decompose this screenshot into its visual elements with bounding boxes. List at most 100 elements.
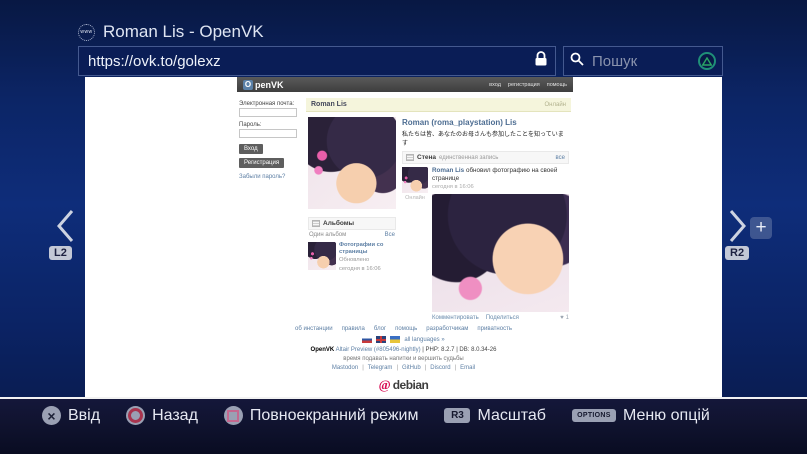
social-email-link[interactable]: Email	[460, 365, 475, 371]
wall-subtitle: единственная запись	[439, 154, 499, 161]
wall-all-link[interactable]: все	[556, 155, 565, 161]
hint-options-label: Меню опцій	[622, 406, 710, 424]
post-like-button[interactable]: ♥ 1	[560, 315, 569, 321]
hint-zoom-label: Масштаб	[477, 406, 546, 424]
footer-link-blog[interactable]: блог	[374, 326, 386, 332]
login-sidebar: Электронная почта: Пароль: Вход Регистра…	[239, 98, 301, 325]
address-bar[interactable]	[78, 46, 556, 76]
password-label: Пароль:	[239, 122, 262, 128]
profile-online-status: Онлайн	[544, 101, 566, 108]
albums-title: Альбомы	[323, 220, 355, 227]
wall-title: Стена	[417, 154, 437, 161]
footer-link-privacy[interactable]: приватность	[477, 326, 512, 332]
album-list-item[interactable]: Фотографии со страницы Обновлено сегодня…	[308, 242, 396, 273]
browser-title: www Roman Lis - OpenVK	[78, 22, 264, 42]
forgot-password-link[interactable]: Забыли пароль?	[239, 174, 301, 180]
password-field[interactable]	[239, 129, 297, 138]
link-help[interactable]: помощь	[547, 82, 567, 88]
version-build-link[interactable]: Altair Preview (#805496-nightly)	[336, 347, 421, 353]
openvk-logo[interactable]: OpenVK	[243, 79, 284, 90]
footer-social-links: Mastodon | Telegram | GitHub | Discord | Ema…	[331, 365, 476, 371]
email-field[interactable]	[239, 108, 297, 117]
back-chevron-icon[interactable]	[54, 208, 76, 249]
albums-header: Альбомы	[308, 217, 396, 230]
footer-link-instance[interactable]: об инстанции	[295, 326, 333, 332]
email-label: Электронная почта:	[239, 101, 295, 107]
profile-main: Roman Lis Онлайн Альбомы Один альбом Все…	[306, 98, 571, 325]
r3-button-icon: R3	[444, 408, 471, 423]
new-tab-plus-icon[interactable]: +	[750, 217, 772, 239]
hint-fullscreen: Повноекранний режим	[223, 406, 419, 425]
link-login[interactable]: вход	[489, 82, 501, 88]
register-button[interactable]: Регистрация	[239, 158, 285, 168]
login-button[interactable]: Вход	[239, 144, 263, 154]
r2-badge: R2	[725, 246, 750, 260]
post-author-status: Онлайн	[405, 195, 425, 201]
post-like-count: 1	[565, 315, 569, 322]
lock-icon	[534, 50, 548, 72]
openvk-site: OpenVK вход регистрация помощь Электронн…	[237, 77, 573, 325]
album-thumbnail[interactable]	[308, 242, 336, 270]
post-author-link[interactable]: Roman Lis	[432, 167, 464, 174]
square-button-icon	[223, 406, 243, 425]
browser-title-text: Roman Lis - OpenVK	[103, 22, 264, 41]
hint-zoom: R3 Масштаб	[444, 406, 546, 425]
header-links: вход регистрация помощь	[489, 82, 567, 88]
footer-links: об инстанции правила блог помощь разрабо…	[85, 326, 722, 332]
version-rest: | PHP: 8.2.7 | DB: 8.0.34-26	[422, 347, 497, 353]
www-globe-icon: www	[78, 23, 95, 41]
debian-logo: @ debian	[85, 377, 722, 393]
profile-tab-bar: Roman Lis Онлайн	[306, 98, 571, 112]
profile-status-text: 私たちは皆、あなたのお母さんも参加したことを知っています	[402, 132, 564, 147]
profile-info: Roman (roma_playstation) Lis 私たちは皆、あなたのお…	[402, 117, 569, 325]
search-input[interactable]	[590, 51, 692, 71]
site-footer: об инстанции правила блог помощь разрабо…	[85, 326, 722, 393]
debian-swirl-icon: @	[378, 377, 391, 392]
social-telegram-link[interactable]: Telegram	[368, 365, 393, 371]
debian-logo-text: debian	[392, 378, 429, 392]
post-photo[interactable]	[432, 194, 569, 313]
wall-icon	[406, 154, 414, 161]
openvk-header: OpenVK вход регистрация помощь	[237, 77, 573, 92]
footer-link-rules[interactable]: правила	[342, 326, 365, 332]
l2-badge: L2	[49, 246, 72, 260]
footer-link-developers[interactable]: разработчикам	[426, 326, 468, 332]
hint-back: Назад	[126, 406, 198, 425]
all-languages-link[interactable]: all languages »	[404, 337, 444, 343]
link-register[interactable]: регистрация	[508, 82, 540, 88]
cross-button-icon: ×	[42, 406, 61, 425]
search-icon	[570, 52, 584, 71]
footer-tagline: время подавать напитки и вершить судьбы	[343, 356, 464, 362]
social-github-link[interactable]: GitHub	[402, 365, 421, 371]
hint-options: OPTIONS Меню опцій	[571, 406, 710, 425]
social-mastodon-link[interactable]: Mastodon	[332, 365, 358, 371]
hint-back-label: Назад	[152, 406, 198, 424]
url-input[interactable]	[86, 51, 534, 71]
triangle-button-icon[interactable]	[698, 52, 716, 70]
webpage-viewport[interactable]: OpenVK вход регистрация помощь Электронн…	[85, 77, 722, 397]
albums-block: Альбомы Один альбом Все Фотографии со ст…	[308, 217, 396, 273]
album-updated-time: сегодня в 16:06	[339, 265, 381, 272]
flag-uk-icon[interactable]	[376, 336, 387, 343]
social-discord-link[interactable]: Discord	[430, 365, 450, 371]
search-bar[interactable]	[563, 46, 723, 76]
profile-full-name: Roman (roma_playstation) Lis	[402, 118, 517, 127]
hint-enter: × Ввід	[42, 406, 100, 425]
forward-chevron-icon[interactable]	[727, 208, 749, 249]
post-comment-link[interactable]: Комментировать	[432, 315, 479, 321]
albums-count: Один альбом	[309, 232, 347, 238]
post-author-avatar[interactable]	[402, 167, 428, 193]
album-updated-label: Обновлено	[339, 257, 370, 264]
footer-link-help[interactable]: помощь	[395, 326, 417, 332]
profile-photo[interactable]	[308, 117, 396, 209]
heart-icon: ♥	[560, 315, 564, 322]
hint-fullscreen-label: Повноекранний режим	[249, 406, 419, 424]
album-name-link[interactable]: Фотографии со страницы	[339, 242, 396, 256]
post-share-link[interactable]: Поделиться	[486, 315, 519, 321]
hint-enter-label: Ввід	[68, 406, 101, 424]
flag-russia-icon[interactable]	[362, 336, 373, 343]
ps4-browser-screen: www Roman Lis - OpenVK L2 + R2 OpenVK	[0, 0, 807, 454]
albums-all-link[interactable]: Все	[385, 232, 395, 238]
openvk-logo-icon: O	[243, 79, 253, 90]
flag-ukraine-icon[interactable]	[390, 336, 401, 343]
